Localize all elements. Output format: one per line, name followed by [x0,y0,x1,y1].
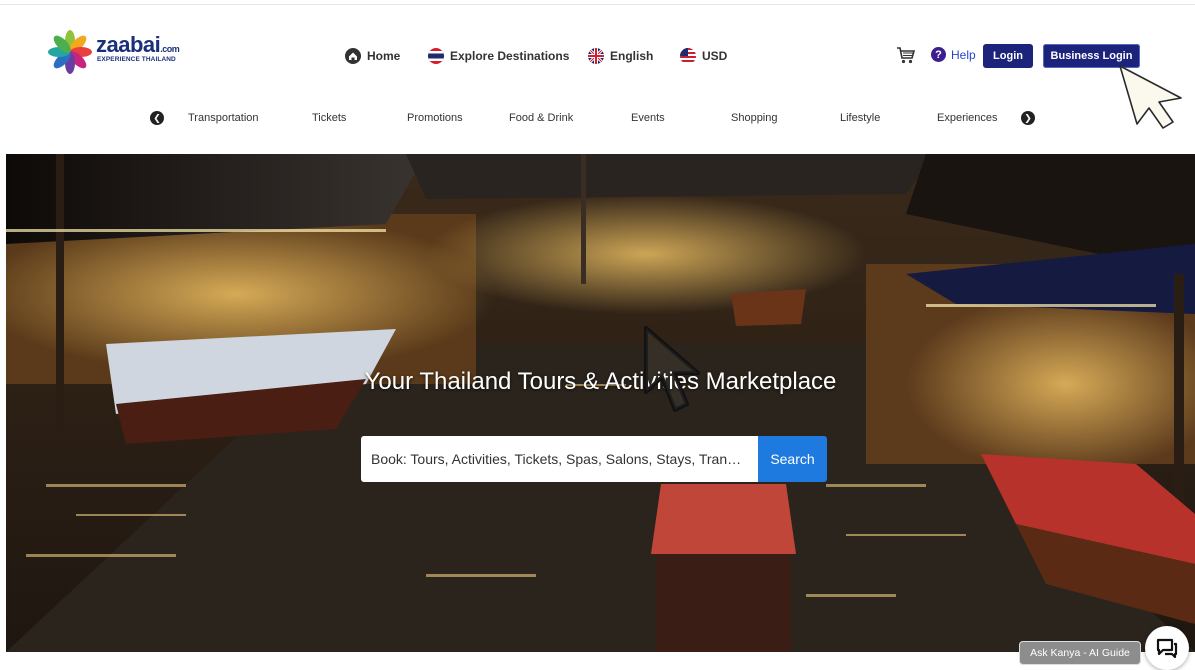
logo-tagline: EXPERIENCE THAILAND [97,56,176,63]
hero-title: Your Thailand Tours & Activities Marketp… [364,368,837,395]
nav-language[interactable]: English [588,46,653,66]
category-transportation[interactable]: Transportation [188,112,259,124]
nav-home[interactable]: Home [345,46,400,66]
help-icon: ? [931,47,946,62]
thailand-flag-icon [428,48,444,64]
help-link[interactable]: ? Help [931,47,976,62]
logo-flower-icon [48,30,92,74]
mouse-pointer-icon [644,326,700,412]
category-shopping[interactable]: Shopping [731,112,778,124]
category-prev-icon[interactable]: ❮ [150,111,164,125]
us-flag-icon [680,48,696,64]
help-label: Help [951,47,976,62]
ask-ai-guide-button[interactable]: Ask Kanya - AI Guide [1019,641,1141,665]
site-logo[interactable]: zaabai.com EXPERIENCE THAILAND [46,28,196,78]
home-icon [345,48,361,64]
logo-brand: zaabai.com [96,32,180,57]
floating-market-photo [6,154,1195,652]
nav-currency[interactable]: USD [680,46,727,66]
top-divider [0,4,1195,5]
hero-banner: Your Thailand Tours & Activities Marketp… [6,154,1195,652]
chat-icon [1156,638,1178,659]
category-next-icon[interactable]: ❯ [1021,111,1035,125]
category-promotions[interactable]: Promotions [407,112,463,124]
nav-currency-label: USD [702,49,728,63]
cart-icon[interactable] [896,46,916,64]
chat-button[interactable] [1145,626,1189,670]
pointer-cursor-icon [1119,65,1182,129]
search-button[interactable]: Search [758,436,827,482]
category-experiences[interactable]: Experiences [937,112,998,124]
category-tickets[interactable]: Tickets [312,112,346,124]
category-events[interactable]: Events [631,112,665,124]
category-food-drink[interactable]: Food & Drink [509,112,573,124]
nav-language-label: English [610,49,654,63]
uk-flag-icon [588,48,604,64]
search-input[interactable]: Book: Tours, Activities, Tickets, Spas, … [361,436,758,482]
nav-explore-destinations[interactable]: Explore Destinations [428,46,569,66]
nav-home-label: Home [367,49,401,63]
category-lifestyle[interactable]: Lifestyle [840,112,880,124]
login-button[interactable]: Login [983,44,1033,68]
nav-explore-label: Explore Destinations [450,49,570,63]
